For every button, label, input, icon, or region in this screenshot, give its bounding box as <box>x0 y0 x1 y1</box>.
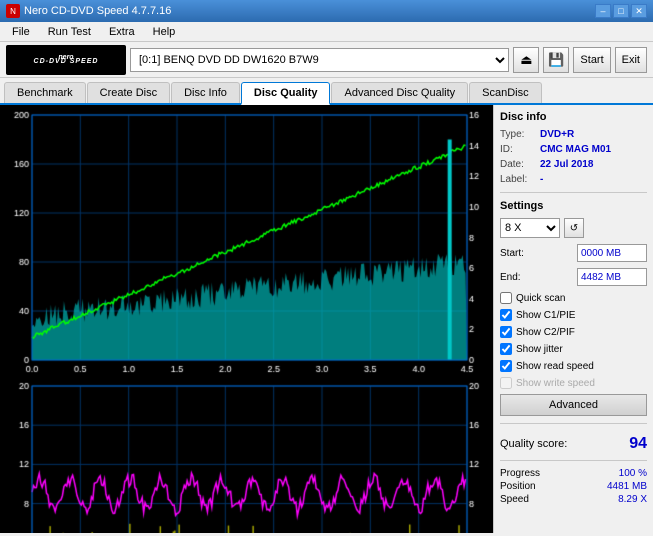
speed-label: Speed <box>500 494 529 505</box>
show-read-speed-checkbox[interactable] <box>500 360 512 372</box>
position-value: 4481 MB <box>607 481 647 492</box>
speed-selector[interactable]: 8 X <box>500 218 560 238</box>
title-bar-left: N Nero CD-DVD Speed 4.7.7.16 <box>6 4 171 18</box>
tab-scan-disc[interactable]: ScanDisc <box>469 82 541 103</box>
menu-extra[interactable]: Extra <box>101 24 143 40</box>
progress-value: 100 % <box>619 468 647 479</box>
tab-bar: Benchmark Create Disc Disc Info Disc Qua… <box>0 78 653 105</box>
right-panel: Disc info Type: DVD+R ID: CMC MAG M01 Da… <box>493 105 653 533</box>
divider-3 <box>500 460 647 461</box>
divider-2 <box>500 423 647 424</box>
main-content: PI Errors Average: 26.79 Maximum: 110 To… <box>0 105 653 533</box>
divider-1 <box>500 192 647 193</box>
close-button[interactable]: ✕ <box>631 4 647 18</box>
label-label: Label: <box>500 174 536 185</box>
position-label: Position <box>500 481 536 492</box>
title-bar-text: Nero CD-DVD Speed 4.7.7.16 <box>24 5 171 17</box>
show-jitter-checkbox[interactable] <box>500 343 512 355</box>
title-bar-controls: – □ ✕ <box>595 4 647 18</box>
type-label: Type: <box>500 129 536 140</box>
show-jitter-label: Show jitter <box>516 344 563 355</box>
quick-scan-checkbox[interactable] <box>500 292 512 304</box>
label-value: - <box>540 174 543 185</box>
show-c2pif-checkbox[interactable] <box>500 326 512 338</box>
date-value: 22 Jul 2018 <box>540 159 593 170</box>
id-value: CMC MAG M01 <box>540 144 611 155</box>
quick-scan-label: Quick scan <box>516 293 565 304</box>
advanced-button[interactable]: Advanced <box>500 394 647 416</box>
tab-disc-quality[interactable]: Disc Quality <box>241 82 331 105</box>
save-button[interactable]: 💾 <box>543 47 569 73</box>
show-write-speed-label: Show write speed <box>516 378 595 389</box>
maximize-button[interactable]: □ <box>613 4 629 18</box>
end-field[interactable] <box>577 268 647 286</box>
tab-create-disc[interactable]: Create Disc <box>87 82 170 103</box>
exit-button[interactable]: Exit <box>615 47 647 73</box>
date-label: Date: <box>500 159 536 170</box>
id-label: ID: <box>500 144 536 155</box>
end-field-label: End: <box>500 272 521 283</box>
settings-header: Settings <box>500 200 647 212</box>
progress-section: Progress 100 % Position 4481 MB Speed 8.… <box>500 468 647 507</box>
menu-bar: File Run Test Extra Help <box>0 22 653 42</box>
refresh-button[interactable]: ↺ <box>564 218 584 238</box>
type-value: DVD+R <box>540 129 574 140</box>
show-read-speed-label: Show read speed <box>516 361 594 372</box>
tab-benchmark[interactable]: Benchmark <box>4 82 86 103</box>
start-field[interactable] <box>577 244 647 262</box>
show-c1pie-label: Show C1/PIE <box>516 310 575 321</box>
tab-disc-info[interactable]: Disc Info <box>171 82 240 103</box>
show-write-speed-checkbox[interactable] <box>500 377 512 389</box>
progress-label: Progress <box>500 468 540 479</box>
nero-logo: nero CD-DVD SPEED <box>6 45 126 75</box>
menu-run-test[interactable]: Run Test <box>40 24 99 40</box>
show-c2pif-label: Show C2/PIF <box>516 327 575 338</box>
menu-file[interactable]: File <box>4 24 38 40</box>
chart-area <box>0 105 493 533</box>
minimize-button[interactable]: – <box>595 4 611 18</box>
eject-button[interactable]: ⏏ <box>513 47 539 73</box>
disc-info-header: Disc info <box>500 111 647 123</box>
start-field-label: Start: <box>500 248 524 259</box>
title-bar: N Nero CD-DVD Speed 4.7.7.16 – □ ✕ <box>0 0 653 22</box>
drive-selector[interactable]: [0:1] BENQ DVD DD DW1620 B7W9 <box>130 48 509 72</box>
toolbar: nero CD-DVD SPEED [0:1] BENQ DVD DD DW16… <box>0 42 653 78</box>
start-button[interactable]: Start <box>573 47 610 73</box>
speed-value: 8.29 X <box>618 494 647 505</box>
show-c1pie-checkbox[interactable] <box>500 309 512 321</box>
tab-advanced-disc-quality[interactable]: Advanced Disc Quality <box>331 82 468 103</box>
quality-score-label: Quality score: <box>500 438 567 450</box>
menu-help[interactable]: Help <box>145 24 184 40</box>
quality-score-value: 94 <box>629 435 647 453</box>
top-chart <box>2 107 493 378</box>
app-icon: N <box>6 4 20 18</box>
bottom-chart <box>2 378 493 533</box>
